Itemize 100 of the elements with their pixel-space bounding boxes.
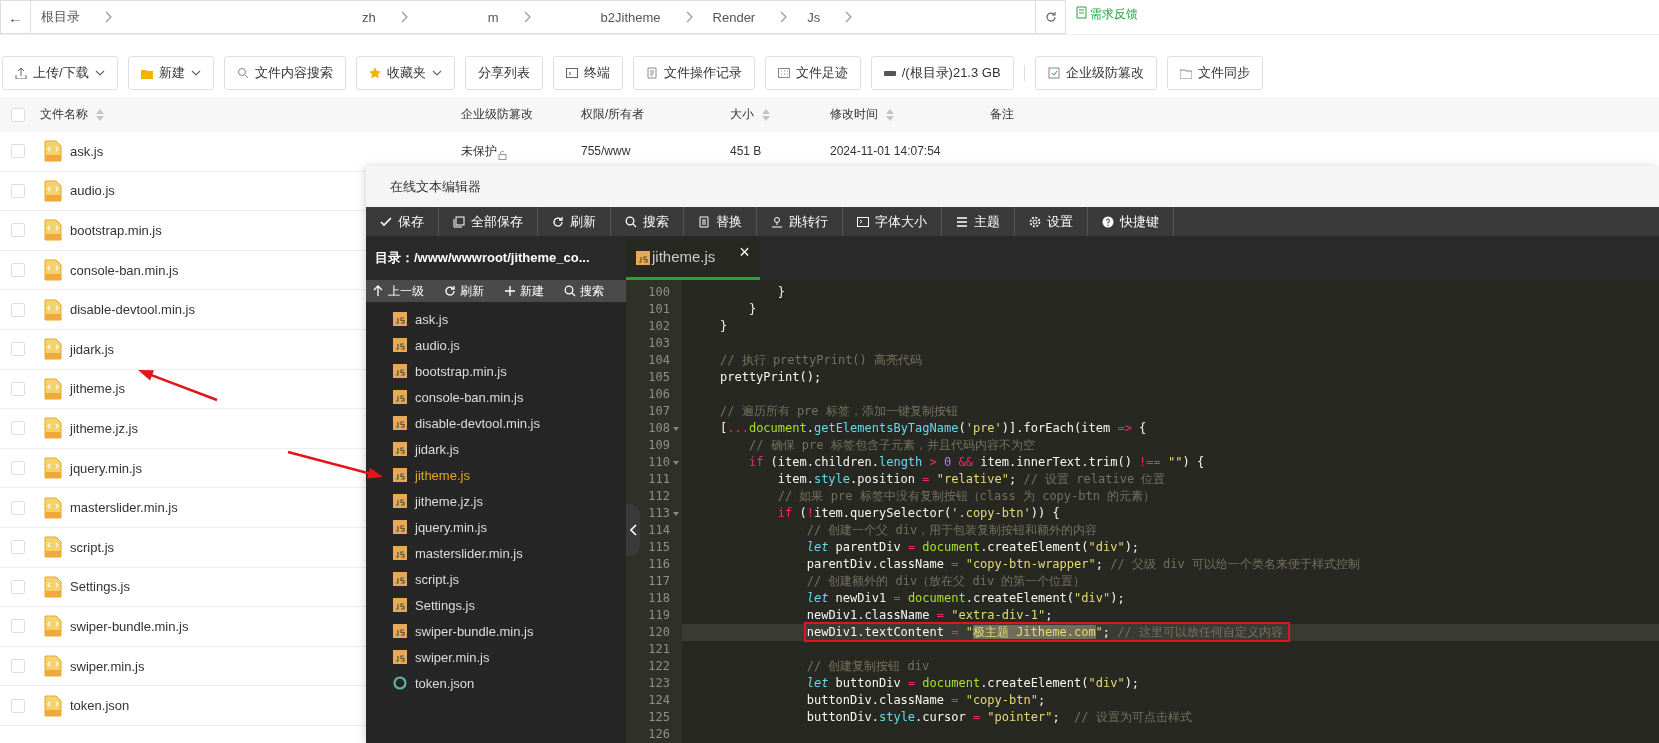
toolbar-button[interactable]: /(根目录)21.3 GB bbox=[870, 56, 1014, 90]
code-text: if (item.children.length > 0 && item.innerText.trim() !== "") { bbox=[748, 455, 1205, 469]
line-number: 116 bbox=[648, 557, 670, 571]
file-item[interactable]: script.js bbox=[415, 571, 460, 587]
checkbox[interactable] bbox=[11, 381, 25, 396]
line-number: 106 bbox=[648, 387, 670, 401]
code-text: // 确保 pre 标签包含子元素，并且代码内容不为空 bbox=[748, 438, 1035, 452]
toolbar-button[interactable]: 分享列表 bbox=[464, 56, 543, 90]
breadcrumb-item[interactable]: zh bbox=[362, 9, 390, 25]
line-number: 113 bbox=[648, 506, 670, 520]
file-item[interactable]: jitheme.js bbox=[415, 467, 470, 483]
close-button[interactable]: × bbox=[739, 242, 750, 263]
line-number: 102 bbox=[648, 319, 670, 333]
file-action-button[interactable]: 搜索 bbox=[558, 280, 610, 302]
checkbox[interactable] bbox=[11, 500, 25, 515]
code-area[interactable] bbox=[626, 280, 1659, 743]
file-item[interactable]: disable-devtool.min.js bbox=[415, 415, 540, 431]
file-action-button[interactable]: 上一级 bbox=[366, 280, 430, 302]
checkbox[interactable] bbox=[11, 659, 25, 673]
file-action-button[interactable]: 刷新 bbox=[438, 280, 490, 302]
checkbox[interactable] bbox=[11, 144, 25, 159]
breadcrumb-item[interactable]: m bbox=[487, 9, 513, 25]
toolbar-button[interactable]: 文件内容搜索 bbox=[223, 56, 346, 90]
file-icon bbox=[44, 338, 62, 361]
sort-icon[interactable] bbox=[762, 108, 770, 121]
code-text: if (!item.querySelector('.copy-btn')) { bbox=[777, 506, 1060, 520]
checkbox[interactable] bbox=[11, 223, 25, 238]
column-header: 大小 bbox=[730, 106, 754, 123]
checkbox[interactable] bbox=[11, 540, 25, 555]
editor-tab[interactable]: jitheme.js × bbox=[626, 236, 760, 280]
toolbar-button[interactable]: 终端 bbox=[552, 56, 623, 90]
toolbar-button[interactable]: 企业级防篡改 bbox=[1034, 56, 1157, 90]
toolbar-button[interactable]: 上传/下载 bbox=[2, 56, 118, 90]
terminal-icon bbox=[857, 215, 869, 228]
breadcrumb-item[interactable]: Render bbox=[712, 9, 770, 25]
checkbox[interactable] bbox=[11, 107, 25, 122]
file-name[interactable]: Settings.js bbox=[70, 579, 130, 595]
file-name[interactable]: swiper.min.js bbox=[70, 658, 145, 674]
file-item[interactable]: ask.js bbox=[415, 311, 449, 327]
toolbar-button[interactable]: 收藏夹 bbox=[355, 56, 455, 90]
file-item[interactable]: swiper-bundle.min.js bbox=[415, 623, 534, 639]
checkbox[interactable] bbox=[11, 579, 25, 594]
file-item[interactable]: bootstrap.min.js bbox=[415, 363, 507, 379]
file-name[interactable]: jitheme.jz.js bbox=[70, 420, 138, 436]
toolbar-button[interactable]: 文件足迹 bbox=[764, 56, 861, 90]
file-item[interactable]: jidark.js bbox=[415, 441, 460, 457]
refresh-icon bbox=[444, 285, 456, 297]
help-icon bbox=[1102, 215, 1114, 228]
sort-icon[interactable] bbox=[96, 108, 104, 121]
file-name[interactable]: jidark.js bbox=[70, 341, 115, 357]
checkbox[interactable] bbox=[11, 183, 25, 198]
refresh-button[interactable] bbox=[1036, 0, 1066, 34]
file-name[interactable]: jitheme.js bbox=[70, 381, 125, 397]
checkbox[interactable] bbox=[11, 698, 25, 713]
collapse-handle[interactable] bbox=[626, 504, 640, 556]
file-item[interactable]: audio.js bbox=[415, 337, 460, 353]
file-name[interactable]: audio.js bbox=[70, 183, 115, 199]
checkbox[interactable] bbox=[11, 619, 25, 634]
checkbox[interactable] bbox=[11, 263, 25, 278]
breadcrumb-item[interactable]: 根目录 bbox=[41, 8, 94, 26]
toolbar-button[interactable]: 新建 bbox=[127, 56, 214, 90]
file-name[interactable]: ask.js bbox=[70, 143, 104, 159]
file-name[interactable]: disable-devtool.min.js bbox=[70, 302, 195, 318]
breadcrumb-item[interactable]: b2Jitheme bbox=[600, 9, 675, 25]
file-name[interactable]: token.json bbox=[70, 698, 130, 714]
breadcrumb-item[interactable]: Js bbox=[807, 9, 835, 25]
line-number: 119 bbox=[648, 608, 670, 622]
checkbox[interactable] bbox=[11, 302, 25, 317]
file-item[interactable]: swiper.min.js bbox=[415, 649, 490, 665]
search-icon bbox=[625, 215, 637, 228]
toolbar-button[interactable]: 文件操作记录 bbox=[632, 56, 755, 90]
line-number: 123 bbox=[648, 676, 670, 690]
file-item[interactable]: Settings.js bbox=[415, 597, 475, 613]
file-item[interactable]: masterslider.min.js bbox=[415, 545, 523, 561]
toolbar-button[interactable]: 文件同步 bbox=[1166, 56, 1263, 90]
path-field[interactable]: 根目录 zh m b2Jitheme Render Js bbox=[30, 0, 1036, 34]
file-item[interactable]: jitheme.jz.js bbox=[415, 493, 483, 509]
fold-icon[interactable] bbox=[673, 511, 679, 516]
file-name[interactable]: jquery.min.js bbox=[70, 460, 142, 476]
checkbox[interactable] bbox=[11, 342, 25, 357]
checkbox[interactable] bbox=[11, 461, 25, 476]
sort-icon[interactable] bbox=[886, 108, 894, 121]
file-name[interactable]: script.js bbox=[70, 539, 115, 555]
back-button[interactable]: ← bbox=[0, 0, 30, 34]
star-icon bbox=[368, 67, 381, 79]
pin-icon bbox=[771, 215, 783, 228]
checkbox[interactable] bbox=[11, 421, 25, 436]
lock-icon[interactable] bbox=[497, 149, 507, 160]
file-action-button[interactable]: 新建 bbox=[498, 280, 550, 302]
line-number: 103 bbox=[648, 336, 670, 350]
fold-icon[interactable] bbox=[673, 460, 679, 465]
file-name[interactable]: bootstrap.min.js bbox=[70, 223, 162, 238]
column-header: 备注 bbox=[990, 106, 1014, 123]
file-name[interactable]: swiper-bundle.min.js bbox=[70, 618, 189, 634]
file-item[interactable]: token.json bbox=[415, 675, 475, 691]
fold-icon[interactable] bbox=[673, 426, 679, 431]
file-name[interactable]: console-ban.min.js bbox=[70, 262, 179, 278]
file-item[interactable]: console-ban.min.js bbox=[415, 389, 524, 405]
file-item[interactable]: jquery.min.js bbox=[415, 519, 487, 535]
file-name[interactable]: masterslider.min.js bbox=[70, 500, 178, 516]
